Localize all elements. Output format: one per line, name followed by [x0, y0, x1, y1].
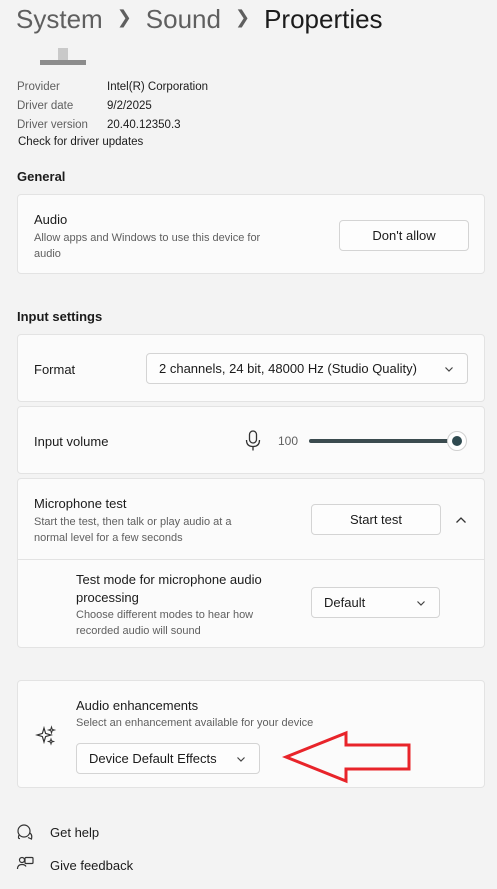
chevron-down-icon	[417, 600, 425, 606]
chevron-right-icon: ❯	[234, 6, 251, 27]
driver-date-value: 9/2/2025	[107, 100, 152, 112]
driver-date-label: Driver date	[17, 100, 74, 112]
general-section-title: General	[17, 169, 66, 184]
microphone-test-title: Microphone test	[34, 496, 127, 511]
chevron-up-icon[interactable]	[454, 513, 468, 527]
breadcrumb-sound[interactable]: Sound	[146, 4, 221, 35]
get-help-link[interactable]: Get help	[16, 822, 99, 842]
format-value: 2 channels, 24 bit, 48000 Hz (Studio Qua…	[159, 361, 417, 376]
audio-enhancements-dropdown[interactable]: Device Default Effects	[76, 743, 260, 774]
microphone-test-card: Microphone test Start the test, then tal…	[17, 478, 485, 648]
device-image	[40, 48, 86, 66]
chevron-right-icon: ❯	[116, 6, 132, 27]
input-volume-slider[interactable]	[309, 439, 457, 443]
input-volume-value: 100	[278, 434, 299, 448]
get-help-label: Get help	[50, 824, 100, 840]
test-mode-description: Choose different modes to hear how recor…	[76, 609, 254, 637]
feedback-icon	[16, 856, 34, 870]
driver-date-row: Driver date 9/2/2025	[17, 97, 152, 115]
audio-card: Audio Allow apps and Windows to use this…	[17, 194, 485, 274]
input-volume-label: Input volume	[34, 434, 109, 449]
audio-enhancements-title: Audio enhancements	[76, 698, 199, 713]
provider-label: Provider	[17, 81, 60, 93]
driver-version-label: Driver version	[17, 119, 88, 131]
breadcrumb-system[interactable]: System	[16, 4, 103, 35]
start-test-button[interactable]: Start test	[311, 504, 441, 535]
test-mode-value: Default	[324, 595, 366, 610]
divider	[18, 559, 484, 560]
input-volume-slider-thumb[interactable]	[447, 431, 467, 451]
chevron-down-icon	[237, 756, 245, 762]
give-feedback-label: Give feedback	[50, 857, 134, 873]
format-label: Format	[34, 362, 76, 377]
audio-title: Audio	[34, 212, 68, 227]
input-volume-card: Input volume 100	[17, 406, 485, 474]
chevron-down-icon	[445, 366, 453, 372]
microphone-icon[interactable]	[244, 429, 262, 453]
page-title: Properties	[264, 3, 383, 34]
red-arrow-annotation	[282, 730, 411, 784]
driver-version-value: 20.40.12350.3	[107, 119, 181, 131]
test-mode-dropdown[interactable]: Default	[311, 587, 440, 618]
help-icon	[17, 824, 33, 840]
driver-version-row: Driver version 20.40.12350.3	[17, 116, 181, 134]
format-dropdown[interactable]: 2 channels, 24 bit, 48000 Hz (Studio Qua…	[146, 353, 468, 384]
sparkle-icon	[35, 725, 57, 746]
input-settings-title: Input settings	[17, 309, 103, 324]
audio-enhancements-value: Device Default Effects	[89, 751, 217, 766]
test-mode-title: Test mode for microphone audio processin…	[76, 572, 262, 605]
audio-enhancements-card: Audio enhancements Select an enhancement…	[17, 680, 485, 788]
microphone-test-description: Start the test, then talk or play audio …	[34, 516, 232, 544]
dont-allow-button[interactable]: Don't allow	[339, 220, 469, 251]
breadcrumb: System ❯ Sound ❯ Properties	[16, 2, 383, 36]
check-driver-updates-link[interactable]: Check for driver updates	[18, 136, 143, 148]
format-card: Format 2 channels, 24 bit, 48000 Hz (Stu…	[17, 334, 485, 402]
provider-value: Intel(R) Corporation	[107, 81, 208, 93]
audio-description: Allow apps and Windows to use this devic…	[34, 232, 261, 260]
audio-enhancements-description: Select an enhancement available for your…	[76, 717, 314, 729]
give-feedback-link[interactable]: Give feedback	[16, 855, 133, 875]
provider-row: Provider Intel(R) Corporation	[17, 78, 208, 96]
